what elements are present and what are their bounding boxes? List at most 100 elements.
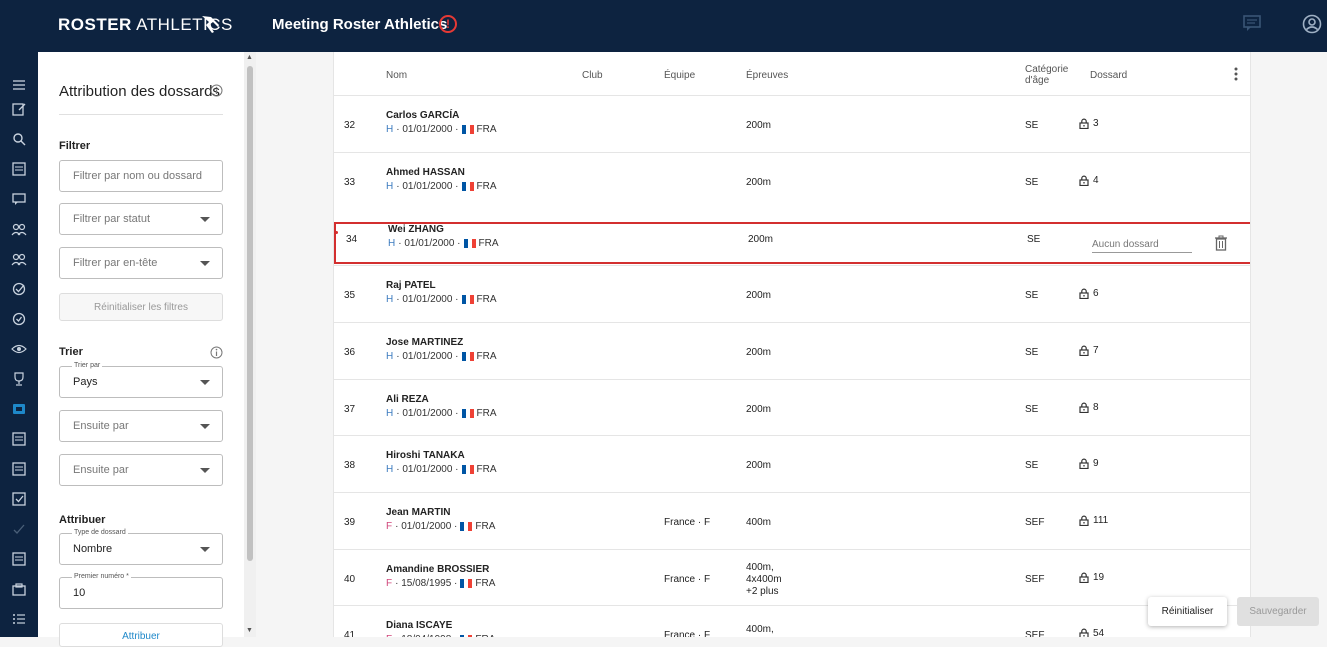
table-row[interactable]: 40 Amandine BROSSIER F · 15/08/1995 · FRA F… [334,548,1250,606]
france-flag-icon [460,578,473,588]
col-header-events[interactable]: Épreuves [746,70,788,81]
info-icon[interactable] [210,346,223,364]
bib-input[interactable]: Aucun dossard [1092,237,1192,254]
birth-date: · 01/01/2000 · [396,464,459,476]
birth-date: · 01/01/2000 · [396,180,459,192]
bib-number[interactable]: 9 [1079,458,1099,470]
more-vert-icon[interactable] [1233,66,1239,87]
events: 200m [746,460,772,472]
alert-icon[interactable]: ! [439,15,457,33]
athlete-name[interactable]: Jose MARTINEZ [386,337,463,348]
bib-number[interactable]: 111 [1079,515,1108,526]
table-row[interactable]: 34 Wei ZHANG H · 01/01/2000 · FRA 200m SE Auc… [334,222,1250,265]
scroll-down-icon[interactable]: ▼ [246,627,253,634]
age-category: SE [1025,346,1039,358]
list-icon[interactable] [10,550,28,568]
then-by-select-2[interactable]: Ensuite par [59,454,223,486]
chat-icon[interactable] [1243,14,1261,37]
athlete-meta: H · 01/01/2000 · FRA [386,294,497,305]
col-header-bib[interactable]: Dossard [1090,70,1127,81]
athlete-name[interactable]: Raj PATEL [386,280,436,291]
table-row[interactable]: 33 Ahmed HASSAN H · 01/01/2000 · FRA 200m SE… [334,151,1250,209]
filter-name-input[interactable]: Filtrer par nom ou dossard [59,160,223,192]
group-icon[interactable] [10,220,28,238]
menu-icon[interactable] [10,76,28,94]
assign-section-title: Attribuer [59,514,106,526]
group-icon[interactable] [10,250,28,268]
eye-icon[interactable] [10,340,28,358]
reset-button[interactable]: Réinitialiser [1148,597,1227,626]
france-flag-icon [461,351,474,361]
col-header-name[interactable]: Nom [386,70,407,81]
save-button[interactable]: Sauvegarder [1237,597,1319,626]
lock-icon [1079,572,1089,583]
chat-icon[interactable] [10,190,28,208]
lock-icon [1079,402,1089,413]
list-bullets-icon[interactable] [10,610,28,628]
panel-scrollbar[interactable]: ▲ ▼ [244,52,256,637]
table-row[interactable]: 32 Carlos GARCÍA H · 01/01/2000 · FRA 200m S… [334,95,1250,152]
scroll-up-icon[interactable]: ▲ [246,54,253,61]
athlete-name[interactable]: Ali REZA [386,394,429,405]
search-icon[interactable] [10,130,28,148]
info-icon[interactable] [210,84,223,102]
birth-date: · 01/01/2000 · [396,350,459,362]
list-icon[interactable] [10,430,28,448]
meeting-title[interactable]: Meeting Roster Athletics [272,16,447,33]
list-icon[interactable] [10,160,28,178]
table-row[interactable]: 41Diana ISCAYEF · 18/04/1998 · FRAFrance… [334,605,1250,637]
delete-icon[interactable] [1214,235,1228,256]
lock-icon [1079,628,1089,637]
bib-number[interactable]: 6 [1079,288,1099,300]
table-row[interactable]: 37 Ali REZA H · 01/01/2000 · FRA 200m SE 8 [334,378,1250,436]
athlete-name[interactable]: Jean MARTIN [386,507,450,518]
table-row[interactable]: 38 Hiroshi TANAKA H · 01/01/2000 · FRA 200m… [334,435,1250,492]
athlete-name[interactable]: Wei ZHANG [388,224,444,235]
then-by-select-1[interactable]: Ensuite par [59,410,223,442]
table-row[interactable]: 39 Jean MARTIN F · 01/01/2000 · FRA France … [334,491,1250,549]
bib-number[interactable]: 19 [1079,572,1104,583]
reset-filters-button[interactable]: Réinitialiser les filtres [59,293,223,321]
age-category: SE [1025,176,1039,188]
row-number: 38 [344,460,356,472]
first-number-input[interactable]: Premier numéro * 10 [59,573,223,609]
country-code: FRA [476,407,497,419]
edit-icon[interactable] [10,100,28,118]
bib-number[interactable]: 3 [1079,118,1099,129]
bib-number[interactable]: 8 [1079,402,1099,413]
birth-date: · 15/08/1995 · [395,577,458,589]
col-header-team[interactable]: Équipe [664,70,695,81]
checkbox-disabled-icon [10,520,28,538]
assign-button[interactable]: Attribuer [59,623,223,647]
sort-by-select[interactable]: Trier par Pays [59,362,223,398]
athlete-name[interactable]: Amandine BROSSIER [386,564,489,575]
briefcase-icon[interactable] [10,580,28,598]
athlete-name[interactable]: Diana ISCAYE [386,620,452,631]
account-icon[interactable] [1302,14,1322,39]
sex-label: H [386,124,394,135]
bib-number[interactable]: 54 [1079,628,1104,637]
athlete-name[interactable]: Ahmed HASSAN [386,167,465,178]
scrollbar-thumb[interactable] [247,66,253,561]
bib-type-select[interactable]: Type de dossard Nombre [59,529,223,565]
table-row[interactable]: 36 Jose MARTINEZ H · 01/01/2000 · FRA 200m S… [334,321,1250,379]
check-circle-icon[interactable] [10,280,28,298]
filter-status-select[interactable]: Filtrer par statut [59,203,223,235]
check-circle-icon[interactable] [10,310,28,328]
bib-number[interactable]: 7 [1079,345,1099,356]
filter-header-select[interactable]: Filtrer par en-tête [59,247,223,279]
bib-number[interactable]: 4 [1079,175,1099,186]
col-header-club[interactable]: Club [582,70,603,81]
checkbox-icon[interactable] [10,490,28,508]
country-code: FRA [476,294,497,306]
age-category: SEF [1025,573,1045,585]
athlete-name[interactable]: Carlos GARCÍA [386,110,459,121]
country-code: FRA [476,350,497,362]
athlete-meta: F · 01/01/2000 · FRA [386,521,495,532]
list-icon[interactable] [10,460,28,478]
col-header-category[interactable]: Catégorie d'âge [1025,64,1068,86]
trophy-icon[interactable] [10,370,28,388]
bib-icon[interactable] [10,400,28,418]
athlete-name[interactable]: Hiroshi TANAKA [386,450,465,461]
table-row[interactable]: 35 Raj PATEL H · 01/01/2000 · FRA 200m SE 6 [334,265,1250,322]
